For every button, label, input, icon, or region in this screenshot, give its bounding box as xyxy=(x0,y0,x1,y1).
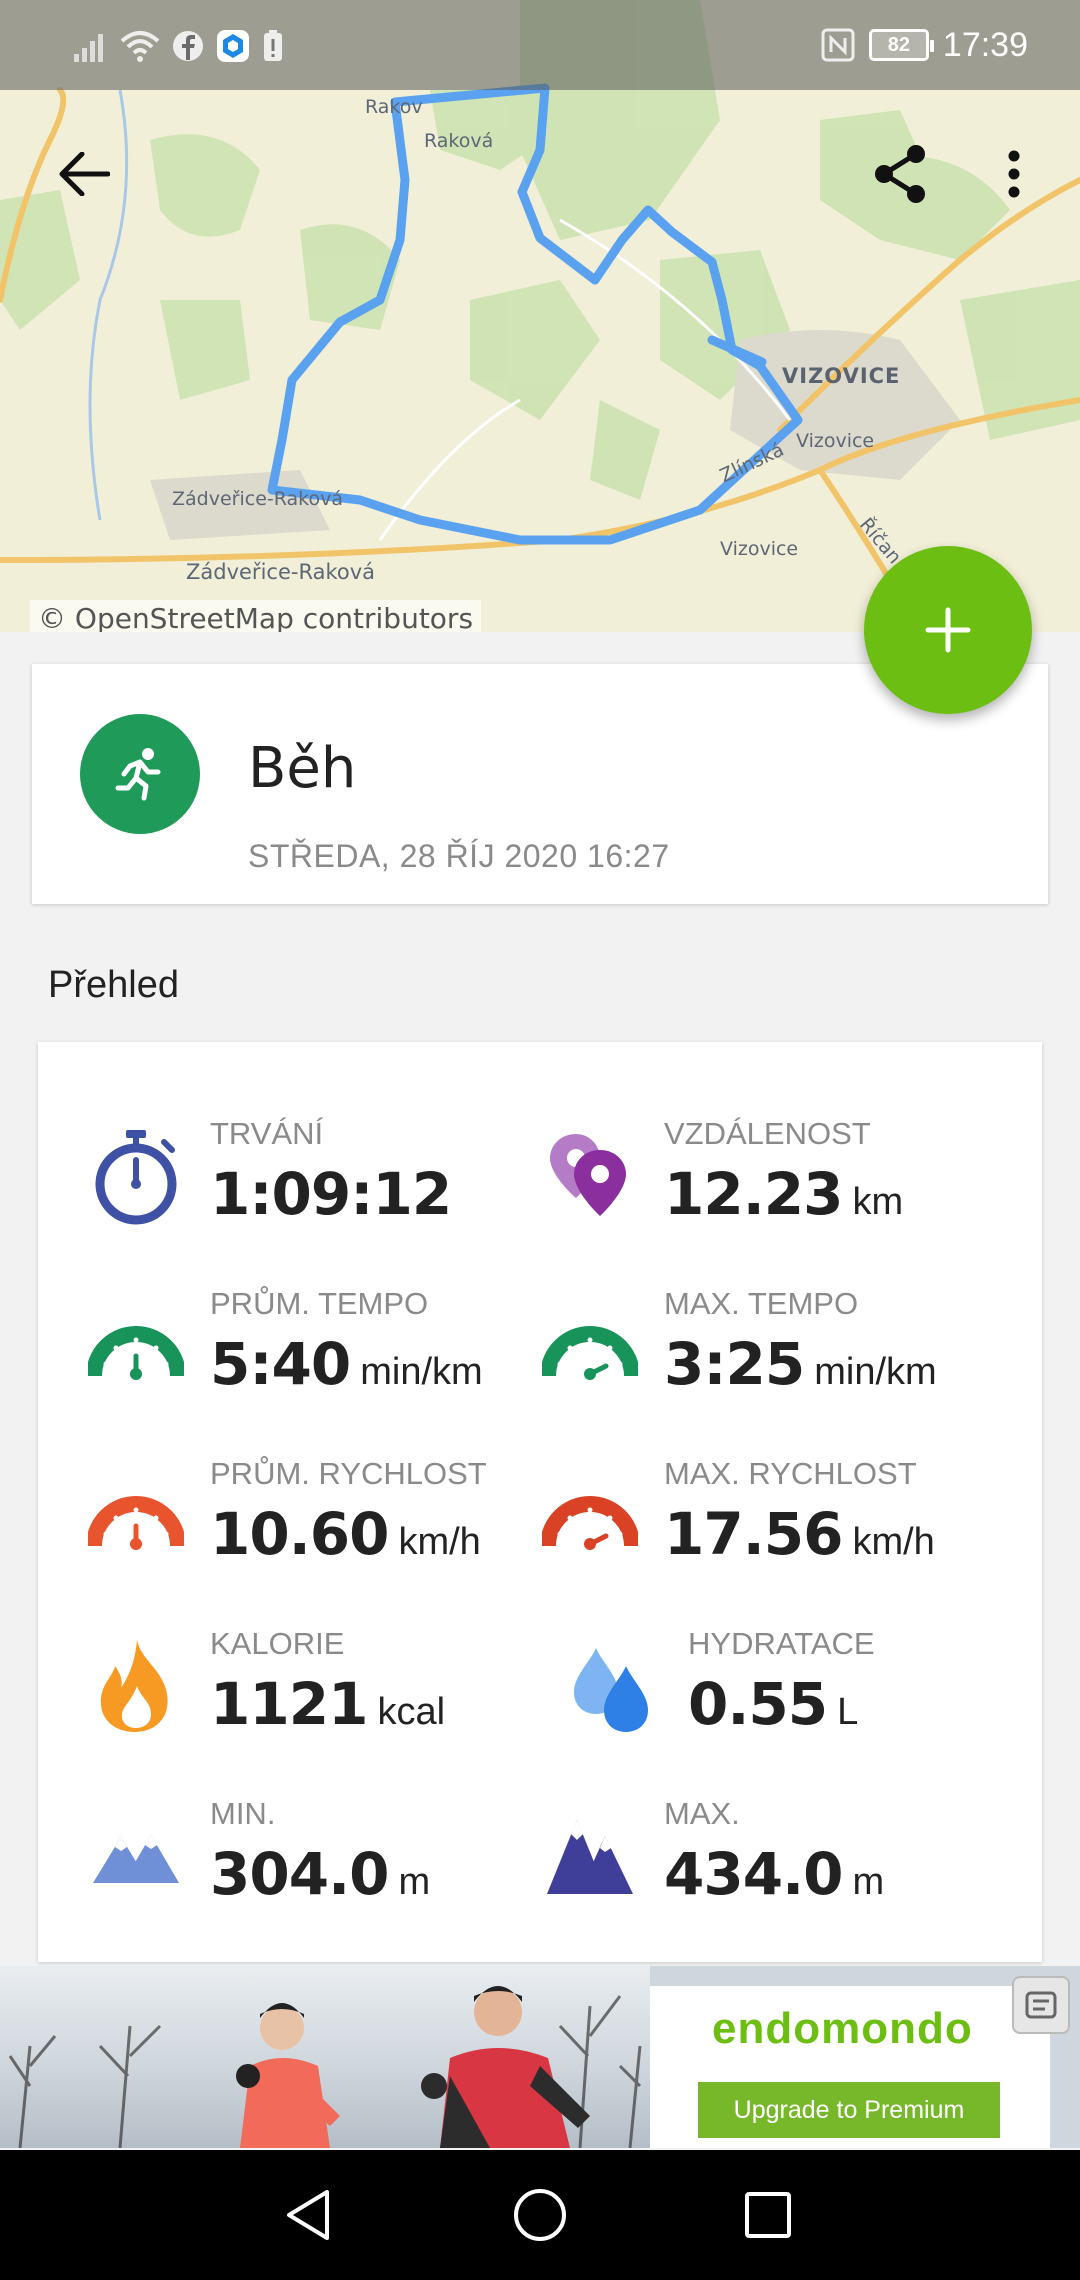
stat-unit: km/h xyxy=(398,1521,481,1563)
stat-label: MAX. TEMPO xyxy=(664,1286,859,1321)
running-person-icon xyxy=(115,748,161,801)
ad-banner[interactable]: endomondo Upgrade to Premium xyxy=(0,1966,1080,2148)
overview-card: TRVÁNÍ 1:09:12 VZDÁLENOST 12.23 km PRŮM.… xyxy=(38,1042,1042,1962)
stat-value: 3:25 xyxy=(664,1330,805,1398)
stat-calories: KALORIE 1121 kcal xyxy=(86,1626,546,1756)
stat-unit: m xyxy=(398,1861,431,1903)
stat-value: 434.0 xyxy=(664,1840,843,1908)
stat-max-pace: MAX. TEMPO 3:25 min/km xyxy=(540,1286,1000,1416)
ad-photo xyxy=(0,1966,650,2148)
battery-alert-icon xyxy=(264,30,282,61)
ad-panel: endomondo Upgrade to Premium xyxy=(650,1986,1050,2148)
back-button[interactable] xyxy=(44,134,124,214)
map-label: VIZOVICE xyxy=(782,364,901,388)
more-vert-icon xyxy=(1008,150,1020,198)
stat-label: KALORIE xyxy=(210,1626,345,1661)
status-bar: 82 17:39 xyxy=(0,0,1080,90)
nav-home-button[interactable] xyxy=(500,2175,580,2255)
clock: 17:39 xyxy=(942,25,1028,64)
map-label: Vizovice xyxy=(720,538,799,560)
stat-value: 0.55 xyxy=(688,1670,828,1738)
app-notification-icon xyxy=(217,30,249,62)
upgrade-premium-button[interactable]: Upgrade to Premium xyxy=(698,2082,1000,2138)
stat-unit: m xyxy=(852,1861,885,1903)
mountain-high-icon xyxy=(547,1820,633,1894)
map-label: Rakov xyxy=(365,96,423,118)
flame-icon xyxy=(100,1640,168,1732)
stat-value: 304.0 xyxy=(210,1840,389,1908)
wifi-icon xyxy=(120,31,160,62)
ad-info-icon xyxy=(1025,1991,1057,2019)
stat-unit: km xyxy=(852,1181,904,1223)
stat-label: PRŮM. TEMPO xyxy=(210,1286,429,1321)
stat-label: MIN. xyxy=(210,1796,276,1831)
speedometer-green-icon xyxy=(88,1326,184,1380)
stat-max-altitude: MAX. 434.0 m xyxy=(540,1796,1000,1926)
facebook-icon xyxy=(173,31,203,61)
map-label: Raková xyxy=(424,130,494,152)
stat-hydration: HYDRATACE 0.55 L xyxy=(564,1626,1024,1756)
add-button[interactable] xyxy=(864,546,1032,714)
map-label: Vizovice xyxy=(796,430,875,452)
stat-value: 12.23 xyxy=(664,1160,843,1228)
sport-badge xyxy=(80,714,200,834)
system-nav-bar xyxy=(0,2150,1080,2280)
water-drops-icon xyxy=(574,1648,648,1732)
stopwatch-icon xyxy=(95,1130,177,1225)
ad-badge[interactable] xyxy=(1012,1976,1070,2034)
stat-min-altitude: MIN. 304.0 m xyxy=(86,1796,546,1926)
stat-max-speed: MAX. RYCHLOST 17.56 km/h xyxy=(540,1456,1000,1586)
activity-title: Běh xyxy=(248,736,357,801)
stat-value: 1:09:12 xyxy=(210,1160,452,1228)
map-attribution: © OpenStreetMap contributors xyxy=(30,600,482,632)
stat-avg-speed: PRŮM. RYCHLOST 10.60 km/h xyxy=(86,1456,546,1586)
stat-unit: kcal xyxy=(377,1691,446,1733)
mountain-low-icon xyxy=(93,1835,179,1883)
activity-date: STŘEDA, 28 ŘÍJ 2020 16:27 xyxy=(248,838,670,874)
nav-back-button[interactable] xyxy=(268,2175,348,2255)
screen: Rakov Raková VIZOVICE Vizovice Vizovice … xyxy=(0,0,1080,2280)
speedometer-red-icon xyxy=(88,1496,184,1550)
stat-unit: min/km xyxy=(360,1351,483,1393)
runners-image xyxy=(8,1986,642,2148)
speedometer-red-fast-icon xyxy=(542,1496,638,1550)
stat-unit: min/km xyxy=(814,1351,937,1393)
route-map[interactable]: Rakov Raková VIZOVICE Vizovice Vizovice … xyxy=(0,0,1080,632)
overview-title: Přehled xyxy=(48,964,179,1006)
endomondo-logo: endomondo xyxy=(712,2004,973,2053)
stat-distance: VZDÁLENOST 12.23 km xyxy=(540,1116,1000,1246)
nav-recents-button[interactable] xyxy=(728,2175,808,2255)
stat-label: MAX. RYCHLOST xyxy=(664,1456,917,1491)
map-pins-icon xyxy=(550,1134,626,1216)
nav-recents-icon xyxy=(745,2192,791,2238)
battery-indicator: 82 xyxy=(868,29,934,61)
stat-unit: km/h xyxy=(852,1521,935,1563)
stat-label: HYDRATACE xyxy=(688,1626,875,1661)
arrow-back-icon xyxy=(59,152,110,196)
stat-avg-pace: PRŮM. TEMPO 5:40 min/km xyxy=(86,1286,546,1416)
nav-back-icon xyxy=(287,2190,329,2240)
stat-label: VZDÁLENOST xyxy=(664,1116,871,1151)
nfc-icon xyxy=(821,28,855,62)
stat-label: PRŮM. RYCHLOST xyxy=(210,1456,487,1491)
stat-value: 10.60 xyxy=(210,1500,389,1568)
stat-value: 1121 xyxy=(210,1670,368,1738)
share-button[interactable] xyxy=(860,134,940,214)
stat-duration: TRVÁNÍ 1:09:12 xyxy=(86,1116,546,1246)
stat-value: 5:40 xyxy=(210,1330,351,1398)
map-label: Zádveřice-Raková xyxy=(172,488,343,510)
stat-unit: L xyxy=(837,1691,859,1733)
map-label: Zádveřice-Raková xyxy=(186,560,375,584)
stat-label: TRVÁNÍ xyxy=(210,1116,324,1151)
stat-label: MAX. xyxy=(664,1796,740,1831)
plus-icon xyxy=(925,607,971,653)
signal-icon xyxy=(74,34,103,62)
nav-home-icon xyxy=(514,2189,566,2241)
share-icon xyxy=(875,145,925,203)
map-drawing xyxy=(0,0,1080,632)
activity-card: Běh STŘEDA, 28 ŘÍJ 2020 16:27 xyxy=(32,664,1048,904)
more-options-button[interactable] xyxy=(974,134,1054,214)
speedometer-green-fast-icon xyxy=(542,1326,638,1380)
stat-value: 17.56 xyxy=(664,1500,843,1568)
